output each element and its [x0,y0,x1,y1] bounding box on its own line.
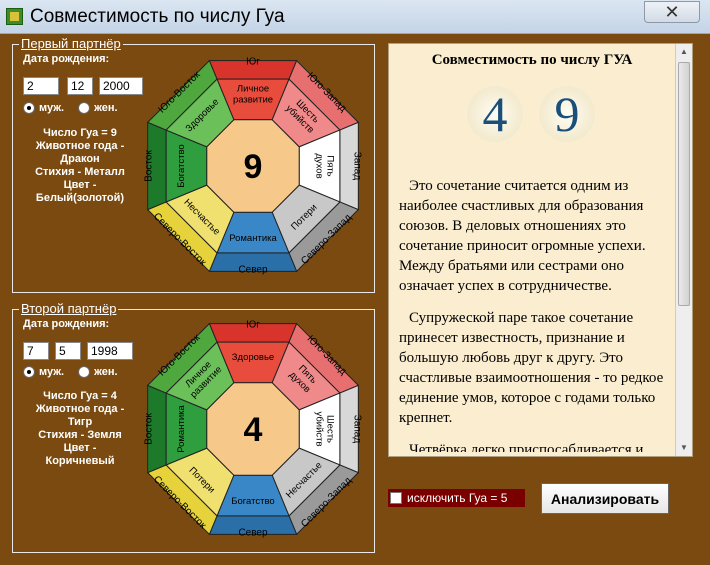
app-icon [6,8,23,25]
partner2-info: Число Гуа = 4 Животное года - Тигр Стихи… [21,390,139,468]
exclude-gua5-label: исключить Гуа = 5 [407,491,508,505]
result-number-2: 9 [539,86,595,142]
partner2-sector-label: Романтика [176,405,187,453]
partner1-direction-label: Восток [144,150,155,182]
partner2-sector-label: Здоровье [232,352,274,363]
partner2-female-label: жен. [94,366,118,378]
partner1-info: Число Гуа = 9 Животное года - Дракон Сти… [21,127,139,205]
partner2-direction-label: Восток [144,413,155,445]
partner2-animal: Тигр [67,416,93,428]
partner2-day-input[interactable]: 7 [23,342,49,360]
partner1-month-input[interactable]: 12 [67,77,93,95]
partner1-color-label: Цвет - [63,179,97,191]
partner1-animal-label: Животное года - [35,140,125,152]
scroll-down-arrow-icon[interactable]: ▼ [677,441,691,455]
partner2-female-radio[interactable] [78,366,91,378]
result-number-1: 4 [467,86,523,142]
partner2-legend: Второй партнёр [19,301,119,316]
scroll-thumb[interactable] [678,62,690,306]
partner2-color-label: Цвет - [63,442,97,454]
title-bar: Совместимость по числу Гуа ✕ [0,0,710,34]
partner2-group: Второй партнёр Дата рождения: 7 5 1998 м… [12,301,375,553]
partner2-bagua-octagon: ЮгЗдоровье Юго-ЗападПятьдуховЗападШестьуб… [144,320,363,539]
scroll-up-arrow-icon[interactable]: ▲ [677,45,691,59]
partner1-sector-label: Личное развитие [233,84,273,106]
partner1-color: Белый(золотой) [35,192,125,204]
partner2-sector-label: Шестьубийств [314,411,336,446]
partner1-female-radio[interactable] [78,102,91,114]
partner1-group: Первый партнёр Дата рождения: 2 12 2000 … [12,36,375,293]
partner1-direction-label: Север [238,265,268,276]
partner1-female-label: жен. [94,102,118,114]
close-button[interactable]: ✕ [644,1,700,23]
partner1-year-input[interactable]: 2000 [99,77,143,95]
partner1-direction-label: Юг [246,57,260,68]
result-paragraph-1: Это сочетание считается одним из наиболе… [399,178,646,294]
result-title: Совместимость по числу ГУА [431,52,633,68]
partner2-gender-row: муж. жен. [23,366,118,378]
exclude-gua5-checkbox-row[interactable]: исключить Гуа = 5 [388,489,525,507]
result-paragraph-3: Четвёрка легко приспосабливается и стрем… [409,442,644,452]
partner1-direction-label: Запад [352,152,363,181]
partner2-male-radio[interactable] [23,366,35,378]
partner1-element: Стихия - Металл [35,166,125,178]
partner1-legend: Первый партнёр [19,36,123,51]
partner1-date-label: Дата рождения: [23,53,110,65]
partner2-gua: Число Гуа = 4 [43,390,117,402]
analyze-button[interactable]: Анализировать [541,483,669,514]
partner2-year-input[interactable]: 1998 [87,342,133,360]
partner1-gender-row: муж. жен. [23,102,118,114]
partner2-month-input[interactable]: 5 [55,342,81,360]
partner2-element: Стихия - Земля [38,429,122,441]
result-paragraph-2: Супружеской паре такое сочетание принесе… [399,310,664,426]
partner2-direction-label: Запад [352,415,363,444]
result-text: Это сочетание считается одним из наиболе… [399,176,671,452]
partner1-sector-label: Романтика [229,233,277,244]
partner1-day-input[interactable]: 2 [23,77,59,95]
partner2-color: Коричневый [45,455,115,467]
partner2-sector-label: Богатство [231,496,274,507]
partner1-center-number: 9 [244,148,263,186]
partner1-bagua-octagon: ЮгЛичное развитие Юго-ЗападШестьубийствЗап… [144,57,363,276]
main-area: Первый партнёр Дата рождения: 2 12 2000 … [0,35,710,565]
partner2-direction-label: Юг [246,320,260,331]
partner1-gua: Число Гуа = 9 [43,127,117,139]
partner2-center-number: 4 [244,411,263,449]
partner1-male-label: муж. [39,102,65,114]
exclude-gua5-checkbox[interactable] [390,492,402,504]
partner2-direction-label: Север [238,528,268,539]
partner1-male-radio[interactable] [23,102,35,114]
partner1-sector-label: Пятьдухов [314,153,336,178]
partner2-date-label: Дата рождения: [23,318,110,330]
partner1-animal: Дракон [60,153,100,165]
partner1-sector-label: Богатство [176,144,187,187]
result-panel: Совместимость по числу ГУА 4 9 Это сочет… [388,43,693,457]
partner2-male-label: муж. [39,366,65,378]
result-scrollbar[interactable]: ▲ ▼ [675,44,692,456]
window-title: Совместимость по числу Гуа [30,6,285,27]
partner2-animal-label: Животное года - [35,403,125,415]
